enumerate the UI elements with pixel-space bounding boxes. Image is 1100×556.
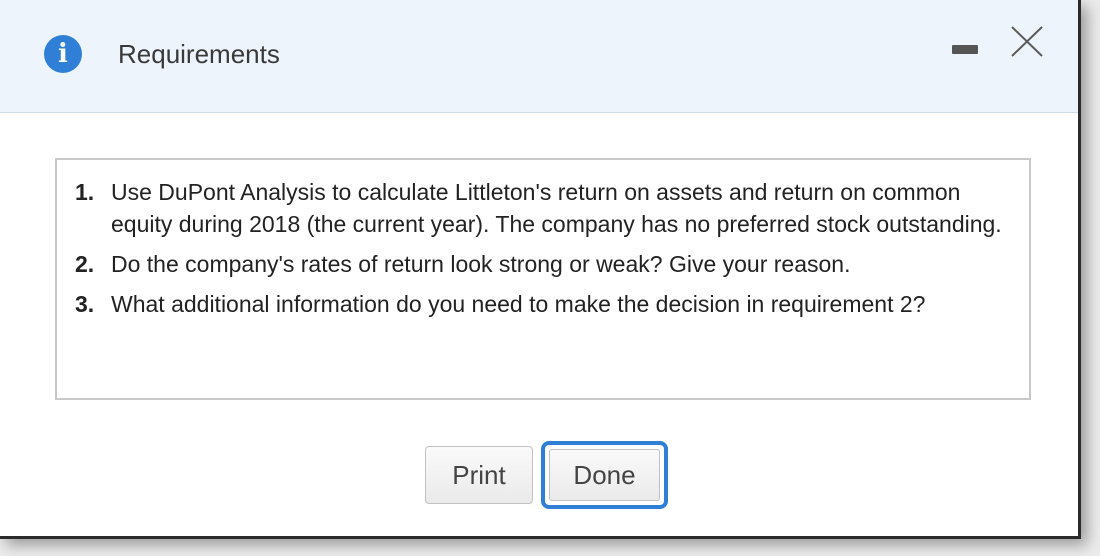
requirement-text: Do the company's rates of return look st… (111, 251, 851, 277)
requirement-item-1: 1. Use DuPont Analysis to calculate Litt… (75, 176, 1015, 240)
dialog-title: Requirements (118, 39, 280, 69)
dialog-header: i Requirements (0, 0, 1078, 113)
requirement-item-3: 3. What additional information do you ne… (75, 288, 1015, 320)
requirement-number: 3. (75, 291, 95, 317)
requirements-list: 1. Use DuPont Analysis to calculate Litt… (75, 176, 1015, 328)
minimize-button[interactable] (950, 40, 980, 60)
requirements-dialog: i Requirements 1. Use DuPont Analysis to… (0, 0, 1081, 539)
done-button[interactable]: Done (541, 441, 668, 509)
requirements-panel: 1. Use DuPont Analysis to calculate Litt… (55, 158, 1031, 400)
requirement-number: 2. (75, 251, 95, 277)
print-button[interactable]: Print (425, 446, 533, 504)
close-button[interactable] (1008, 24, 1046, 60)
requirement-item-2: 2. Do the company's rates of return look… (75, 248, 1015, 280)
info-icon: i (44, 35, 82, 73)
requirement-text: What additional information do you need … (111, 291, 926, 317)
requirement-number: 1. (75, 179, 95, 205)
requirement-text: Use DuPont Analysis to calculate Littlet… (111, 179, 1002, 237)
close-icon (1011, 26, 1043, 57)
done-button-label: Done (549, 449, 660, 501)
minimize-icon (952, 45, 978, 54)
